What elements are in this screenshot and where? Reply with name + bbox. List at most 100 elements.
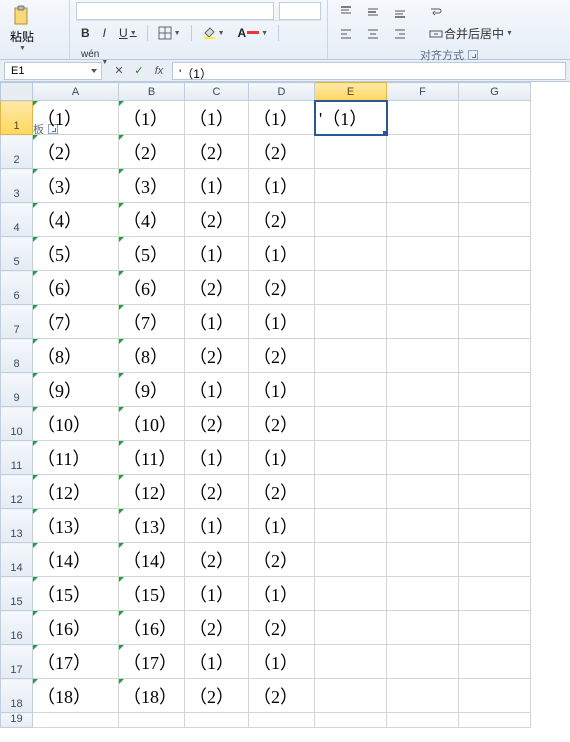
cell-G18[interactable] xyxy=(459,679,531,713)
cell-A7[interactable]: （7） xyxy=(33,305,119,339)
cell-G5[interactable] xyxy=(459,237,531,271)
cell-D12[interactable]: （2） xyxy=(249,475,315,509)
cell-C5[interactable]: （1） xyxy=(185,237,249,271)
font-size-select[interactable] xyxy=(279,2,321,20)
cell-G13[interactable] xyxy=(459,509,531,543)
cell-C7[interactable]: （1） xyxy=(185,305,249,339)
row-head-8[interactable]: 8 xyxy=(1,339,33,373)
alignment-dialog-launcher[interactable] xyxy=(468,50,478,60)
cell-F3[interactable] xyxy=(387,169,459,203)
row-head-3[interactable]: 3 xyxy=(1,169,33,203)
cell-F12[interactable] xyxy=(387,475,459,509)
cell-B19[interactable] xyxy=(119,713,185,728)
cell-B4[interactable]: （4） xyxy=(119,203,185,237)
cell-D4[interactable]: （2） xyxy=(249,203,315,237)
cell-E5[interactable] xyxy=(315,237,387,271)
cell-E7[interactable] xyxy=(315,305,387,339)
cell-A2[interactable]: （2） xyxy=(33,135,119,169)
cell-F8[interactable] xyxy=(387,339,459,373)
cell-D3[interactable]: （1） xyxy=(249,169,315,203)
cell-E2[interactable] xyxy=(315,135,387,169)
cell-C17[interactable]: （1） xyxy=(185,645,249,679)
row-head-2[interactable]: 2 xyxy=(1,135,33,169)
cell-F5[interactable] xyxy=(387,237,459,271)
cell-E9[interactable] xyxy=(315,373,387,407)
cell-A18[interactable]: （18） xyxy=(33,679,119,713)
cell-A19[interactable] xyxy=(33,713,119,728)
cell-A15[interactable]: （15） xyxy=(33,577,119,611)
formula-input[interactable]: '（1） xyxy=(172,62,566,80)
paste-button[interactable]: 粘贴 ▼ xyxy=(6,2,38,54)
row-head-14[interactable]: 14 xyxy=(1,543,33,577)
cell-E14[interactable] xyxy=(315,543,387,577)
italic-button[interactable]: I xyxy=(98,23,111,43)
cell-C8[interactable]: （2） xyxy=(185,339,249,373)
cell-D13[interactable]: （1） xyxy=(249,509,315,543)
name-box[interactable]: E1 xyxy=(4,62,102,80)
row-head-4[interactable]: 4 xyxy=(1,203,33,237)
cell-C2[interactable]: （2） xyxy=(185,135,249,169)
cell-C19[interactable] xyxy=(185,713,249,728)
row-head-9[interactable]: 9 xyxy=(1,373,33,407)
bold-button[interactable]: B xyxy=(76,23,95,43)
cell-D18[interactable]: （2） xyxy=(249,679,315,713)
cell-A10[interactable]: （10） xyxy=(33,407,119,441)
align-left-button[interactable] xyxy=(334,24,358,44)
cell-G14[interactable] xyxy=(459,543,531,577)
cell-E16[interactable] xyxy=(315,611,387,645)
cell-G6[interactable] xyxy=(459,271,531,305)
cell-G8[interactable] xyxy=(459,339,531,373)
cell-A5[interactable]: （5） xyxy=(33,237,119,271)
cell-G15[interactable] xyxy=(459,577,531,611)
cell-E19[interactable] xyxy=(315,713,387,728)
cell-G10[interactable] xyxy=(459,407,531,441)
cell-B8[interactable]: （8） xyxy=(119,339,185,373)
row-head-15[interactable]: 15 xyxy=(1,577,33,611)
cell-D5[interactable]: （1） xyxy=(249,237,315,271)
cell-A17[interactable]: （17） xyxy=(33,645,119,679)
cell-D8[interactable]: （2） xyxy=(249,339,315,373)
cell-C6[interactable]: （2） xyxy=(185,271,249,305)
cell-C3[interactable]: （1） xyxy=(185,169,249,203)
cell-B6[interactable]: （6） xyxy=(119,271,185,305)
col-head-C[interactable]: C xyxy=(185,83,249,101)
cell-A8[interactable]: （8） xyxy=(33,339,119,373)
row-head-1[interactable]: 1 xyxy=(1,101,33,135)
cell-G12[interactable] xyxy=(459,475,531,509)
row-head-19[interactable]: 19 xyxy=(1,713,33,728)
align-bottom-button[interactable] xyxy=(388,2,412,22)
select-all-corner[interactable] xyxy=(1,83,33,101)
cell-D14[interactable]: （2） xyxy=(249,543,315,577)
borders-button[interactable]: ▼ xyxy=(153,23,186,43)
enter-button[interactable]: ✓ xyxy=(130,62,148,80)
cell-G19[interactable] xyxy=(459,713,531,728)
cell-G3[interactable] xyxy=(459,169,531,203)
row-head-16[interactable]: 16 xyxy=(1,611,33,645)
cell-G4[interactable] xyxy=(459,203,531,237)
cell-E4[interactable] xyxy=(315,203,387,237)
col-head-B[interactable]: B xyxy=(119,83,185,101)
cell-D10[interactable]: （2） xyxy=(249,407,315,441)
cell-B3[interactable]: （3） xyxy=(119,169,185,203)
cell-F19[interactable] xyxy=(387,713,459,728)
wrap-text-button[interactable] xyxy=(424,2,448,22)
cell-G17[interactable] xyxy=(459,645,531,679)
cell-E11[interactable] xyxy=(315,441,387,475)
cell-A14[interactable]: （14） xyxy=(33,543,119,577)
col-head-A[interactable]: A xyxy=(33,83,119,101)
cell-F7[interactable] xyxy=(387,305,459,339)
cell-C14[interactable]: （2） xyxy=(185,543,249,577)
cell-E10[interactable] xyxy=(315,407,387,441)
font-name-select[interactable] xyxy=(76,2,274,20)
cell-F4[interactable] xyxy=(387,203,459,237)
cell-A9[interactable]: （9） xyxy=(33,373,119,407)
fill-color-button[interactable]: ▼ xyxy=(197,23,230,43)
cell-D15[interactable]: （1） xyxy=(249,577,315,611)
row-head-12[interactable]: 12 xyxy=(1,475,33,509)
cell-C4[interactable]: （2） xyxy=(185,203,249,237)
cell-E17[interactable] xyxy=(315,645,387,679)
cell-E8[interactable] xyxy=(315,339,387,373)
cell-C13[interactable]: （1） xyxy=(185,509,249,543)
cell-B18[interactable]: （18） xyxy=(119,679,185,713)
align-right-button[interactable] xyxy=(388,24,412,44)
